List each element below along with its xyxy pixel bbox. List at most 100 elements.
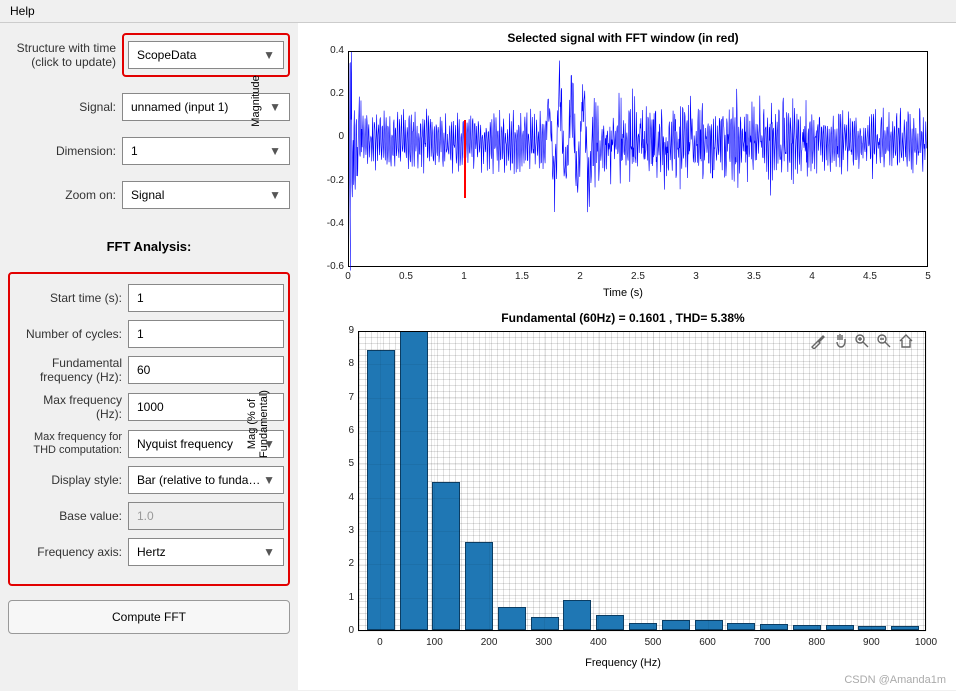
fft-plot-xlabel: Frequency (Hz) <box>585 657 661 669</box>
fft-bar <box>695 620 723 630</box>
dimension-dropdown[interactable]: 1 ▼ <box>122 137 290 165</box>
fft-bar <box>596 615 624 630</box>
chevron-down-icon: ▼ <box>269 188 281 202</box>
fft-analysis-heading: FFT Analysis: <box>8 239 290 254</box>
x-tick: 1.5 <box>512 271 532 282</box>
fft-bar <box>367 350 395 630</box>
fft-bars <box>359 332 925 630</box>
base-value-value: 1.0 <box>137 509 154 523</box>
fund-freq-label: Fundamental frequency (Hz): <box>14 356 122 385</box>
signal-dropdown[interactable]: unnamed (input 1) ▼ <box>122 93 290 121</box>
x-tick: 0 <box>366 637 394 648</box>
watermark: CSDN @Amanda1m <box>844 674 946 686</box>
x-tick: 3.5 <box>744 271 764 282</box>
max-thd-value: Nyquist frequency <box>137 437 233 451</box>
y-tick: 3 <box>342 525 354 536</box>
grid-line <box>358 598 926 599</box>
y-tick: 4 <box>342 492 354 503</box>
menu-help[interactable]: Help <box>6 2 39 20</box>
fft-bar <box>531 617 559 630</box>
structure-label: Structure with time (click to update) <box>8 41 116 70</box>
brush-icon[interactable] <box>810 333 826 349</box>
ncycles-value: 1 <box>137 327 144 341</box>
structure-row: Structure with time (click to update) Sc… <box>8 33 290 77</box>
x-tick: 2 <box>570 271 590 282</box>
start-time-input[interactable]: 1 <box>128 284 284 312</box>
max-thd-label: Max frequency for THD computation: <box>14 431 122 455</box>
fft-bar <box>891 626 919 630</box>
zoom-label: Zoom on: <box>8 188 116 202</box>
y-tick: 2 <box>342 558 354 569</box>
signal-value: unnamed (input 1) <box>131 100 228 114</box>
ncycles-row: Number of cycles: 1 <box>14 320 284 348</box>
compute-fft-button[interactable]: Compute FFT <box>8 600 290 634</box>
y-tick: -0.4 <box>318 218 344 229</box>
ncycles-label: Number of cycles: <box>14 327 122 341</box>
y-tick: 5 <box>342 458 354 469</box>
menubar: Help <box>0 0 956 23</box>
pan-icon[interactable] <box>832 333 848 349</box>
grid-line <box>358 631 926 632</box>
chevron-down-icon: ▼ <box>263 48 275 62</box>
chevron-down-icon: ▼ <box>263 545 275 559</box>
x-tick: 4 <box>802 271 822 282</box>
grid-line <box>358 531 926 532</box>
zoom-dropdown[interactable]: Signal ▼ <box>122 181 290 209</box>
disp-style-row: Display style: Bar (relative to funda… ▼ <box>14 466 284 494</box>
signal-waveform <box>349 52 927 275</box>
fft-bar <box>826 625 854 630</box>
freq-axis-value: Hertz <box>137 545 166 559</box>
dimension-label: Dimension: <box>8 144 116 158</box>
fft-bar-plot[interactable]: Fundamental (60Hz) = 0.1601 , THD= 5.38%… <box>302 311 944 671</box>
ncycles-input[interactable]: 1 <box>128 320 284 348</box>
grid-line <box>653 331 654 631</box>
signal-plot-axes <box>348 51 928 267</box>
grid-line <box>926 331 927 631</box>
x-tick: 100 <box>420 637 448 648</box>
signal-label: Signal: <box>8 100 116 114</box>
fft-plot-title: Fundamental (60Hz) = 0.1601 , THD= 5.38% <box>302 311 944 325</box>
dimension-row: Dimension: 1 ▼ <box>8 137 290 165</box>
x-tick: 900 <box>857 637 885 648</box>
grid-line <box>358 564 926 565</box>
fund-freq-row: Fundamental frequency (Hz): 60 <box>14 356 284 385</box>
max-thd-row: Max frequency for THD computation: Nyqui… <box>14 430 284 458</box>
grid-line <box>358 498 926 499</box>
x-tick: 0.5 <box>396 271 416 282</box>
grid-line <box>358 331 926 332</box>
grid-line <box>380 331 381 631</box>
x-tick: 600 <box>694 637 722 648</box>
grid-line <box>434 331 435 631</box>
x-tick: 0 <box>338 271 358 282</box>
signal-row: Signal: unnamed (input 1) ▼ <box>8 93 290 121</box>
fft-bar <box>432 482 460 630</box>
base-value-row: Base value: 1.0 <box>14 502 284 530</box>
y-tick: 9 <box>342 325 354 336</box>
fft-window-marker <box>464 120 466 197</box>
y-tick: 6 <box>342 425 354 436</box>
x-tick: 500 <box>639 637 667 648</box>
signal-plot-xlabel: Time (s) <box>603 287 643 299</box>
zoom-out-icon[interactable] <box>876 333 892 349</box>
x-tick: 5 <box>918 271 938 282</box>
y-tick: 8 <box>342 358 354 369</box>
chevron-down-icon: ▼ <box>269 144 281 158</box>
grid-line <box>817 331 818 631</box>
start-time-row: Start time (s): 1 <box>14 284 284 312</box>
grid-line <box>598 331 599 631</box>
freq-axis-label: Frequency axis: <box>14 545 122 559</box>
x-tick: 4.5 <box>860 271 880 282</box>
signal-plot-ylabel: Magnitude <box>250 41 262 161</box>
structure-dropdown-highlight: ScopeData ▼ <box>122 33 290 77</box>
y-tick: 0 <box>342 625 354 636</box>
x-tick: 400 <box>584 637 612 648</box>
dimension-value: 1 <box>131 144 138 158</box>
freq-axis-dropdown[interactable]: Hertz ▼ <box>128 538 284 566</box>
signal-plot[interactable]: Selected signal with FFT window (in red)… <box>302 31 944 301</box>
home-icon[interactable] <box>898 333 914 349</box>
y-tick: -0.2 <box>318 175 344 186</box>
fft-bar <box>727 623 755 630</box>
fft-bar <box>498 607 526 630</box>
y-tick: 0.2 <box>318 88 344 99</box>
zoom-in-icon[interactable] <box>854 333 870 349</box>
